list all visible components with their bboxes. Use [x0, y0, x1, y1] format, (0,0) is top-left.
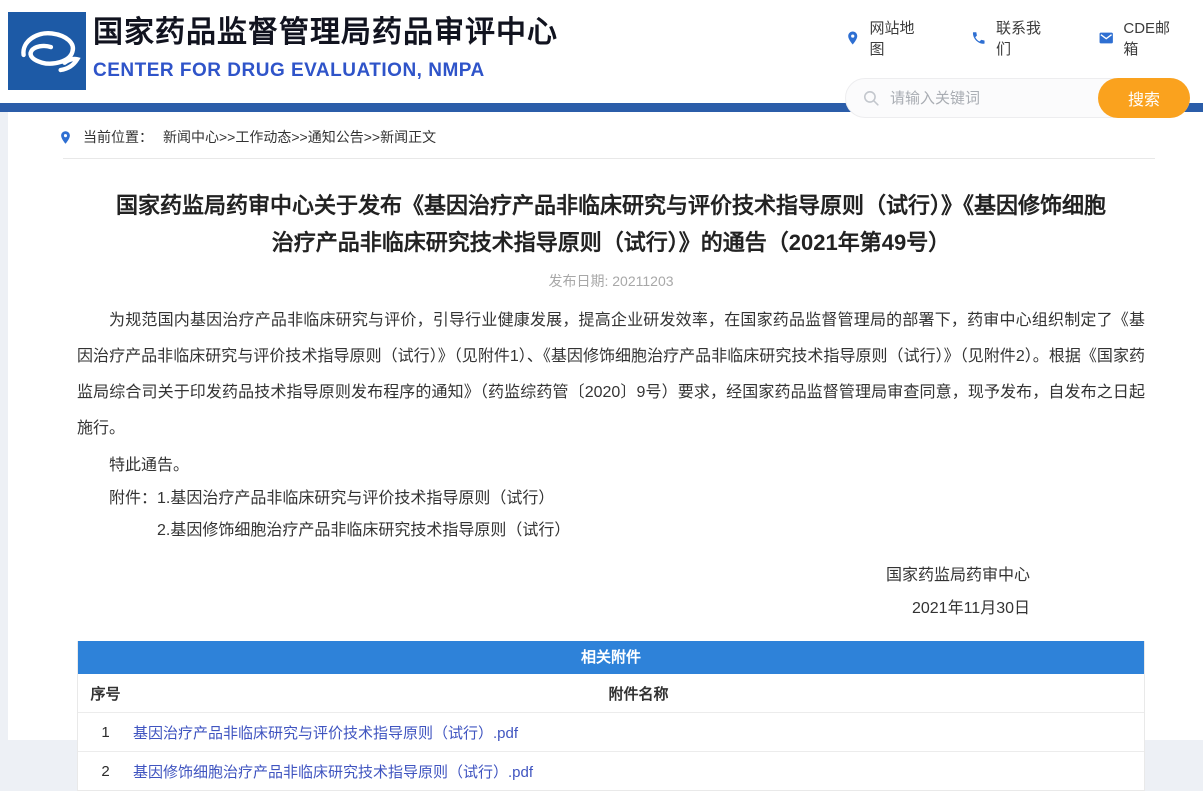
search-icon	[862, 89, 881, 108]
breadcrumb-item-news-center[interactable]: 新闻中心	[163, 129, 219, 145]
attachments-table: 相关附件 序号 附件名称 1 基因治疗产品非临床研究与评价技术指导原则（试行）.…	[77, 641, 1145, 791]
article: 国家药监局药审中心关于发布《基因治疗产品非临床研究与评价技术指导原则（试行）》《…	[8, 187, 1203, 791]
attachments-table-title: 相关附件	[78, 641, 1144, 674]
attachment-pdf-link-2[interactable]: 基因修饰细胞治疗产品非临床研究技术指导原则（试行）.pdf	[133, 764, 533, 781]
publish-date: 发布日期: 20211203	[77, 271, 1145, 291]
quick-link-mailbox[interactable]: CDE邮箱	[1098, 17, 1183, 59]
attachment-row-number: 2	[78, 763, 133, 780]
table-row: 2 基因修饰细胞治疗产品非临床研究技术指导原则（试行）.pdf	[78, 751, 1144, 790]
site-title-zh: 国家药品监督管理局药品审评中心	[93, 13, 558, 53]
breadcrumb-separator: >>	[219, 129, 235, 145]
attachment-list-line-2: 2.基因修饰细胞治疗产品非临床研究技术指导原则（试行）	[77, 515, 1145, 547]
article-paragraph: 为规范国内基因治疗产品非临床研究与评价，引导行业健康发展，提高企业研发效率，在国…	[77, 303, 1145, 447]
attachment-row-number: 1	[78, 724, 133, 741]
location-pin-icon	[58, 130, 73, 145]
search-button[interactable]: 搜索	[1098, 78, 1190, 118]
breadcrumb-divider	[63, 158, 1155, 159]
search-bar: 搜索	[845, 78, 1190, 118]
quick-links: 网站地图 联系我们 CDE邮箱	[845, 17, 1183, 59]
attachment-pdf-link-1[interactable]: 基因治疗产品非临床研究与评价技术指导原则（试行）.pdf	[133, 725, 518, 742]
attachment-list-line-1: 附件：1.基因治疗产品非临床研究与评价技术指导原则（试行）	[77, 483, 1145, 515]
column-header-no: 序号	[78, 683, 133, 704]
search-input[interactable]	[890, 80, 1090, 116]
breadcrumb-item-notices[interactable]: 通知公告	[308, 129, 364, 145]
table-row: 1 基因治疗产品非临床研究与评价技术指导原则（试行）.pdf	[78, 712, 1144, 751]
site-header: 国家药品监督管理局药品审评中心 CENTER FOR DRUG EVALUATI…	[0, 0, 1203, 103]
column-header-name: 附件名称	[133, 683, 1144, 704]
quick-link-contact[interactable]: 联系我们	[971, 17, 1053, 59]
quick-link-label: CDE邮箱	[1123, 17, 1183, 59]
breadcrumb-separator: >>	[364, 129, 380, 145]
attachments-table-header-row: 序号 附件名称	[78, 674, 1144, 712]
breadcrumb-label: 当前位置：	[83, 127, 153, 147]
breadcrumb-item-work-trends[interactable]: 工作动态	[235, 129, 291, 145]
signature-org: 国家药监局药审中心	[77, 559, 1030, 592]
header-right: 网站地图 联系我们 CDE邮箱 搜索	[845, 17, 1195, 118]
breadcrumb: 当前位置： 新闻中心>>工作动态>>通知公告>>新闻正文	[8, 112, 1203, 158]
site-title-en: CENTER FOR DRUG EVALUATION, NMPA	[93, 60, 558, 82]
breadcrumb-item-article[interactable]: 新闻正文	[380, 129, 436, 145]
article-title: 国家药监局药审中心关于发布《基因治疗产品非临床研究与评价技术指导原则（试行）》《…	[107, 187, 1115, 261]
phone-icon	[971, 30, 986, 46]
breadcrumb-path: 新闻中心>>工作动态>>通知公告>>新闻正文	[163, 127, 436, 147]
map-pin-icon	[845, 30, 860, 46]
signature-date: 2021年11月30日	[77, 592, 1030, 625]
breadcrumb-separator: >>	[291, 129, 307, 145]
quick-link-sitemap[interactable]: 网站地图	[845, 17, 927, 59]
notice-line: 特此通告。	[77, 449, 1145, 483]
mail-icon	[1098, 30, 1114, 46]
main-content-panel: 当前位置： 新闻中心>>工作动态>>通知公告>>新闻正文 国家药监局药审中心关于…	[8, 112, 1203, 740]
quick-link-label: 网站地图	[869, 17, 927, 59]
cde-logo[interactable]	[8, 12, 86, 90]
quick-link-label: 联系我们	[996, 17, 1054, 59]
brand-titles: 国家药品监督管理局药品审评中心 CENTER FOR DRUG EVALUATI…	[93, 13, 558, 82]
signature-block: 国家药监局药审中心 2021年11月30日	[77, 559, 1145, 625]
